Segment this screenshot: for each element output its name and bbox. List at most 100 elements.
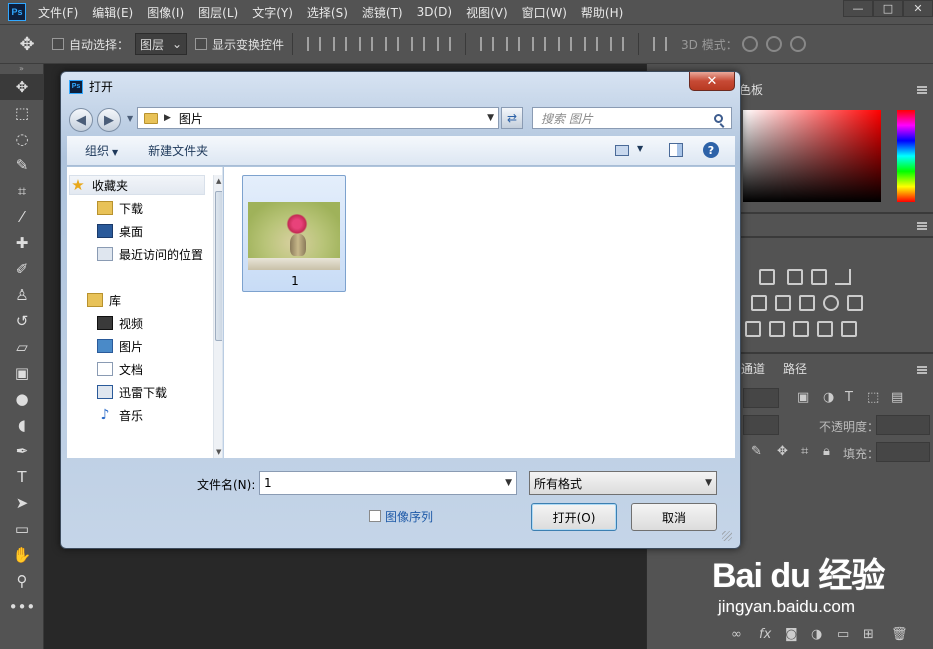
nav-downloads[interactable]: 下载 xyxy=(97,198,143,218)
scroll-down-icon[interactable]: ▼ xyxy=(216,448,221,456)
collapse-icon[interactable]: » xyxy=(0,64,43,74)
selective-color-icon[interactable] xyxy=(817,321,833,337)
add-mask-icon[interactable]: ◙ xyxy=(785,627,798,642)
move-tool-icon[interactable]: ✥ xyxy=(10,34,44,55)
change-view-icon[interactable] xyxy=(615,145,629,156)
black-white-icon[interactable] xyxy=(775,295,791,311)
search-input[interactable]: 搜索 图片 xyxy=(532,107,732,129)
delete-layer-icon[interactable]: 🗑︎ xyxy=(891,627,908,642)
link-layers-icon[interactable]: ∞ xyxy=(731,627,742,642)
dodge-tool-icon[interactable]: ◖ xyxy=(0,412,44,438)
align-bottom-icon[interactable] xyxy=(359,37,374,51)
maximize-button[interactable]: □ xyxy=(873,0,903,17)
stamp-tool-icon[interactable]: ♙ xyxy=(0,282,44,308)
color-balance-icon[interactable] xyxy=(751,295,767,311)
gradient-tool-icon[interactable]: ▣ xyxy=(0,360,44,386)
3d-orbit-icon[interactable] xyxy=(741,36,758,52)
panel-menu-icon[interactable] xyxy=(917,86,927,94)
nav-pictures[interactable]: 图片 xyxy=(97,336,143,356)
lock-pixels-icon[interactable]: ✎ xyxy=(751,444,762,459)
crop-tool-icon[interactable]: ⌗ xyxy=(0,178,44,204)
nav-documents[interactable]: 文档 xyxy=(97,359,143,379)
blend-mode-dropdown[interactable] xyxy=(743,415,779,435)
opacity-input[interactable] xyxy=(876,415,930,435)
fill-input[interactable] xyxy=(876,442,930,462)
filename-dropdown-icon[interactable]: ▼ xyxy=(505,478,512,488)
panel-menu-icon[interactable] xyxy=(917,222,927,230)
menu-edit[interactable]: 编辑(E) xyxy=(92,4,133,21)
3d-zoom-icon[interactable] xyxy=(789,36,806,52)
search-icon[interactable] xyxy=(714,113,723,123)
type-filter-icon[interactable]: T xyxy=(845,390,853,405)
nav-favorites[interactable]: ★ 收藏夹 xyxy=(69,175,205,195)
curves-icon[interactable] xyxy=(787,269,803,285)
vibrance-icon[interactable] xyxy=(835,269,851,285)
marquee-tool-icon[interactable]: ⬚ xyxy=(0,100,44,126)
menu-type[interactable]: 文字(Y) xyxy=(252,4,293,21)
align-right-icon[interactable] xyxy=(437,37,452,51)
back-button[interactable]: ◀ xyxy=(69,108,93,132)
align-vcenter-icon[interactable] xyxy=(333,37,348,51)
lasso-tool-icon[interactable]: ◌ xyxy=(0,126,44,152)
menu-image[interactable]: 图像(I) xyxy=(147,4,184,21)
color-lookup-icon[interactable] xyxy=(847,295,863,311)
distribute-bottom-icon[interactable] xyxy=(532,37,547,51)
distribute-vcenter-icon[interactable] xyxy=(506,37,521,51)
minimize-button[interactable]: — xyxy=(843,0,873,17)
image-sequence-label[interactable]: 图像序列 xyxy=(385,508,433,525)
align-left-icon[interactable] xyxy=(385,37,400,51)
help-icon[interactable]: ? xyxy=(703,142,719,158)
resize-grip-icon[interactable] xyxy=(722,531,732,541)
threshold-icon[interactable] xyxy=(793,321,809,337)
move-tool-icon[interactable]: ✥ xyxy=(0,74,44,100)
path-select-tool-icon[interactable]: ➤ xyxy=(0,490,44,516)
organize-button[interactable]: 组织 ▼ xyxy=(85,142,118,159)
smart-object-filter-icon[interactable]: ▤ xyxy=(891,390,903,405)
file-item[interactable]: 1 xyxy=(242,175,346,292)
channel-mixer-icon[interactable] xyxy=(823,295,839,311)
nav-scrollbar[interactable]: ▲ ▼ xyxy=(213,175,222,458)
menu-select[interactable]: 选择(S) xyxy=(307,4,348,21)
healing-brush-tool-icon[interactable]: ✚ xyxy=(0,230,44,256)
adjustment-filter-icon[interactable]: ◑ xyxy=(823,390,834,405)
distribute-hcenter-icon[interactable] xyxy=(584,37,599,51)
pen-tool-icon[interactable]: ✒ xyxy=(0,438,44,464)
show-transform-checkbox[interactable] xyxy=(195,38,208,50)
nav-libraries[interactable]: 库 xyxy=(87,290,121,310)
nav-thunder[interactable]: 迅雷下载 xyxy=(97,382,167,402)
distribute-right-icon[interactable] xyxy=(610,37,625,51)
shape-filter-icon[interactable]: ⬚ xyxy=(867,390,879,405)
align-hcenter-icon[interactable] xyxy=(411,37,426,51)
zoom-tool-icon[interactable]: ⚲ xyxy=(0,568,44,594)
align-top-icon[interactable] xyxy=(307,37,322,51)
lock-artboard-icon[interactable]: ⌗ xyxy=(801,444,808,459)
new-folder-button[interactable]: 新建文件夹 xyxy=(148,142,208,159)
color-picker-field[interactable] xyxy=(743,110,881,202)
filename-input[interactable]: 1 ▼ xyxy=(259,471,517,495)
panel-menu-icon[interactable] xyxy=(917,366,927,374)
address-bar[interactable]: ▶ 图片 ▼ xyxy=(137,107,499,129)
nav-music[interactable]: ♪ 音乐 xyxy=(97,405,143,425)
layer-filter-dropdown[interactable] xyxy=(743,388,779,408)
exposure-icon[interactable] xyxy=(811,269,827,285)
brush-tool-icon[interactable]: ✐ xyxy=(0,256,44,282)
channels-tab[interactable]: 通道 xyxy=(741,360,765,377)
rectangle-tool-icon[interactable]: ▭ xyxy=(0,516,44,542)
scroll-up-icon[interactable]: ▲ xyxy=(216,177,221,185)
posterize-icon[interactable] xyxy=(769,321,785,337)
menu-window[interactable]: 窗口(W) xyxy=(522,4,567,21)
file-format-select[interactable]: 所有格式 ▼ xyxy=(529,471,717,495)
auto-select-checkbox[interactable] xyxy=(52,38,64,50)
blur-tool-icon[interactable]: ● xyxy=(0,386,44,412)
new-layer-icon[interactable]: ⊞ xyxy=(863,627,874,642)
image-sequence-checkbox[interactable] xyxy=(369,510,381,522)
menu-view[interactable]: 视图(V) xyxy=(466,4,508,21)
nav-videos[interactable]: 视频 xyxy=(97,313,143,333)
menu-help[interactable]: 帮助(H) xyxy=(581,4,623,21)
auto-select-dropdown[interactable]: 图层 ⌄ xyxy=(135,33,188,55)
breadcrumb-arrow-icon[interactable]: ▶ xyxy=(164,113,171,123)
history-brush-tool-icon[interactable]: ↺ xyxy=(0,308,44,334)
quick-select-tool-icon[interactable]: ✎ xyxy=(0,152,44,178)
lock-all-icon[interactable]: 🔒︎ xyxy=(823,444,830,459)
3d-roll-icon[interactable] xyxy=(765,36,782,52)
